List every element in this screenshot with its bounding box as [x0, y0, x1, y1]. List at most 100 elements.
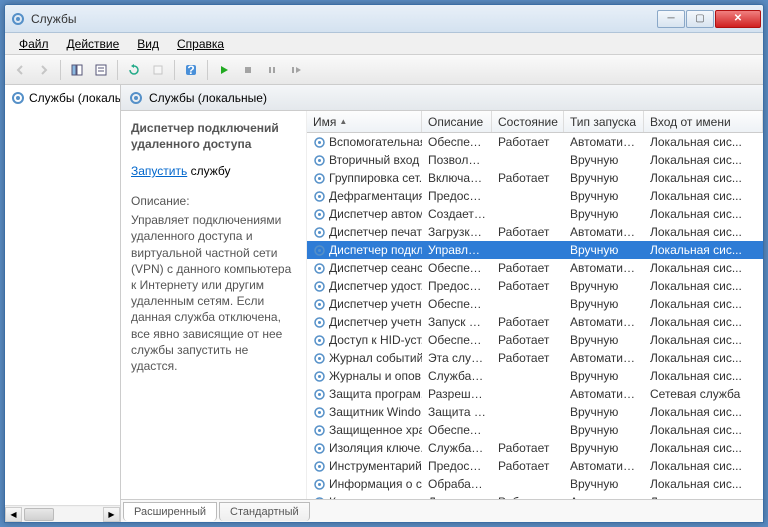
menu-help[interactable]: Справка: [169, 35, 232, 53]
service-startup: Автоматиче...: [564, 134, 644, 150]
service-logon: Локальная сис...: [644, 170, 763, 186]
menu-view[interactable]: Вид: [129, 35, 167, 53]
service-startup: Автоматиче...: [564, 350, 644, 366]
service-logon: Локальная сис...: [644, 332, 763, 348]
nav-back-button[interactable]: [9, 59, 31, 81]
service-startup: Автоматиче...: [564, 224, 644, 240]
service-state: Работает: [492, 278, 564, 294]
service-row[interactable]: Защитник Windo...Защита от...ВручнуюЛока…: [307, 403, 763, 421]
service-desc: Предоста...: [422, 458, 492, 474]
service-row[interactable]: Изоляция ключе...Служба из...РаботаетВру…: [307, 439, 763, 457]
column-description[interactable]: Описание: [422, 111, 492, 132]
service-desc: Данная сл...: [422, 494, 492, 499]
service-desc: Обеспечи...: [422, 296, 492, 312]
scroll-right-arrow[interactable]: ▶: [103, 507, 120, 522]
service-name: Вспомогательная...: [329, 135, 422, 149]
tree-root-label: Службы (локалы: [29, 91, 121, 105]
service-name: Диспетчер автом...: [329, 207, 422, 221]
refresh-button[interactable]: [123, 59, 145, 81]
service-logon: Локальная сис...: [644, 224, 763, 240]
gear-icon: [129, 91, 143, 105]
service-startup: Вручную: [564, 422, 644, 438]
service-row[interactable]: Диспетчер учетн...Обеспечи...ВручнуюЛока…: [307, 295, 763, 313]
service-name: Инструментарий ...: [329, 459, 422, 473]
nav-forward-button[interactable]: [33, 59, 55, 81]
service-logon: Локальная сис...: [644, 152, 763, 168]
selected-service-title: Диспетчер подключений удаленного доступа: [131, 121, 296, 152]
service-row[interactable]: Инструментарий ...Предоста...РаботаетАвт…: [307, 457, 763, 475]
service-state: Работает: [492, 260, 564, 276]
service-state: [492, 303, 564, 305]
service-startup: Вручную: [564, 332, 644, 348]
service-logon: Локальная сис...: [644, 188, 763, 204]
gear-icon: [313, 406, 326, 419]
service-name: Диспетчер сеанс...: [329, 261, 422, 275]
scroll-left-arrow[interactable]: ◀: [5, 507, 22, 522]
service-startup: Вручную: [564, 440, 644, 456]
service-row[interactable]: Диспетчер печатиЗагрузка ...РаботаетАвто…: [307, 223, 763, 241]
stop-service-button[interactable]: [237, 59, 259, 81]
gear-icon: [313, 370, 326, 383]
maximize-button[interactable]: ▢: [686, 10, 714, 28]
service-row[interactable]: Клиент группово...Данная сл...РаботаетАв…: [307, 493, 763, 499]
service-name: Изоляция ключе...: [329, 441, 422, 455]
show-hide-tree-button[interactable]: [66, 59, 88, 81]
tree-hscrollbar[interactable]: ◀ ▶: [5, 505, 120, 522]
service-row[interactable]: Вспомогательная...Обеспечи...РаботаетАвт…: [307, 133, 763, 151]
service-logon: Локальная сис...: [644, 206, 763, 222]
scroll-thumb[interactable]: [24, 508, 54, 521]
gear-icon: [313, 316, 326, 329]
column-name[interactable]: Имя▲: [307, 111, 422, 132]
tab-standard[interactable]: Стандартный: [219, 502, 310, 521]
service-logon: Локальная сис...: [644, 242, 763, 258]
service-row[interactable]: Вторичный вход ...Позволяет...ВручнуюЛок…: [307, 151, 763, 169]
service-row[interactable]: Диспетчер удост...Предоста...РаботаетВру…: [307, 277, 763, 295]
service-row[interactable]: Диспетчер подкл...Управляет...ВручнуюЛок…: [307, 241, 763, 259]
pause-service-button[interactable]: [261, 59, 283, 81]
service-logon: Сетевая служба: [644, 386, 763, 402]
service-row[interactable]: Диспетчер сеанс...Обеспечи...РаботаетАвт…: [307, 259, 763, 277]
column-startup[interactable]: Тип запуска: [564, 111, 644, 132]
service-state: [492, 159, 564, 161]
start-service-link[interactable]: Запустить: [131, 164, 187, 178]
properties-button[interactable]: [90, 59, 112, 81]
tree-root-item[interactable]: Службы (локалы: [9, 89, 116, 107]
tab-extended[interactable]: Расширенный: [123, 502, 217, 521]
close-button[interactable]: ✕: [715, 10, 761, 28]
service-row[interactable]: Диспетчер автом...Создает п...ВручнуюЛок…: [307, 205, 763, 223]
service-row[interactable]: Доступ к HID-уст...Обеспечи...РаботаетВр…: [307, 331, 763, 349]
window-title: Службы: [31, 12, 657, 26]
service-desc: Включает ...: [422, 170, 492, 186]
service-startup: Вручную: [564, 296, 644, 312]
restart-service-button[interactable]: [285, 59, 307, 81]
service-desc: Предоста...: [422, 278, 492, 294]
start-service-button[interactable]: [213, 59, 235, 81]
service-row[interactable]: Диспетчер учетн...Запуск это...РаботаетА…: [307, 313, 763, 331]
service-logon: Локальная сис...: [644, 476, 763, 492]
service-row[interactable]: Группировка сет...Включает ...РаботаетВр…: [307, 169, 763, 187]
description-label: Описание:: [131, 194, 296, 208]
service-row[interactable]: Дефрагментация ...Предоста...ВручнуюЛока…: [307, 187, 763, 205]
menubar: Файл Действие Вид Справка: [5, 33, 763, 55]
minimize-button[interactable]: ─: [657, 10, 685, 28]
svg-text:?: ?: [187, 63, 194, 77]
service-state: [492, 195, 564, 197]
column-logon[interactable]: Вход от имени: [644, 111, 763, 132]
help-button[interactable]: ?: [180, 59, 202, 81]
service-desc: Обрабатк...: [422, 476, 492, 492]
service-row[interactable]: Журналы и опов...Служба ж...ВручнуюЛокал…: [307, 367, 763, 385]
service-row[interactable]: Защищенное хра...Обеспечи...ВручнуюЛокал…: [307, 421, 763, 439]
service-row[interactable]: Журнал событий...Эта служб...РаботаетАвт…: [307, 349, 763, 367]
gear-icon: [313, 424, 326, 437]
menu-file[interactable]: Файл: [11, 35, 57, 53]
service-desc: Служба ж...: [422, 368, 492, 384]
service-name: Диспетчер учетн...: [329, 315, 422, 329]
menu-action[interactable]: Действие: [59, 35, 128, 53]
service-row[interactable]: Информация о с...Обрабатк...ВручнуюЛокал…: [307, 475, 763, 493]
view-tabs: Расширенный Стандартный: [121, 500, 763, 522]
service-row[interactable]: Защита програм...Разрешает...Автоматиче.…: [307, 385, 763, 403]
export-button[interactable]: [147, 59, 169, 81]
service-desc: Разрешает...: [422, 386, 492, 402]
gear-icon: [313, 208, 326, 221]
column-state[interactable]: Состояние: [492, 111, 564, 132]
